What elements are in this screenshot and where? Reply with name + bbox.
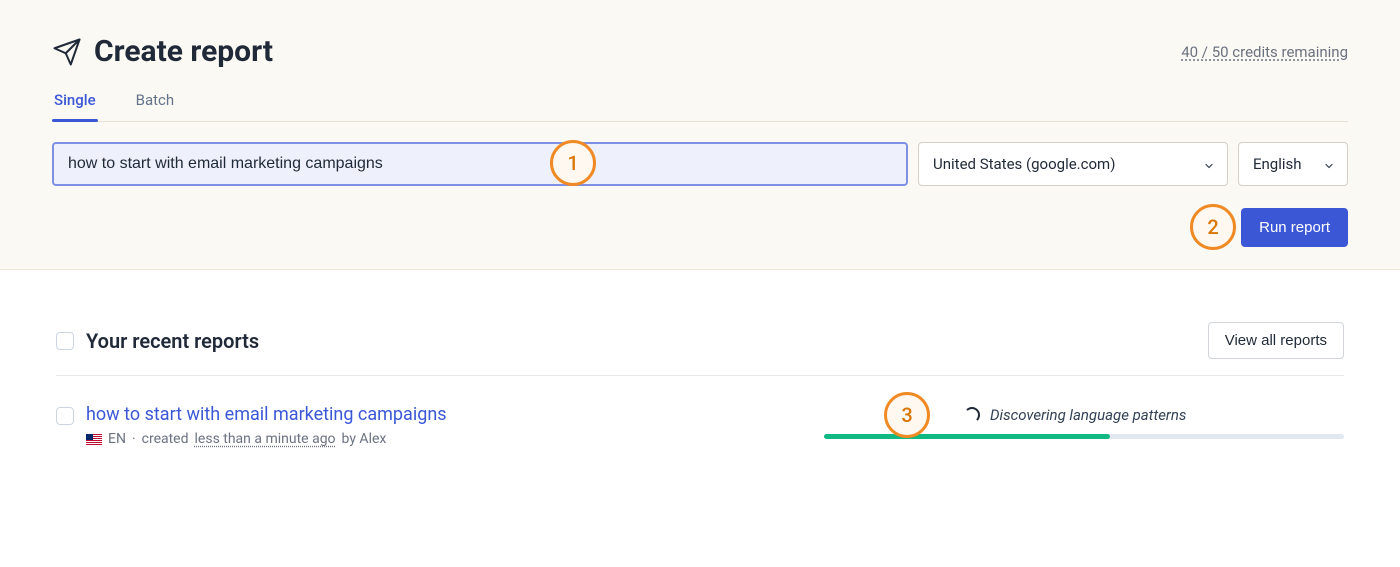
region-select[interactable]: United States (google.com) [918,142,1228,186]
tab-single[interactable]: Single [52,91,98,121]
meta-prefix: created [142,431,189,447]
input-row: United States (google.com) English 1 [52,142,1348,186]
report-row-right: Discovering language patterns 3 [824,406,1344,439]
credits-remaining[interactable]: 40 / 50 credits remaining [1181,43,1348,61]
meta-sep: · [132,431,136,447]
status-line: Discovering language patterns [824,406,1344,424]
page-title: Create report [94,34,273,69]
progress-fill [824,434,1110,439]
report-info: how to start with email marketing campai… [86,404,447,447]
report-title-link[interactable]: how to start with email marketing campai… [86,404,447,425]
callout-badge-2: 2 [1190,204,1236,250]
report-row-left: how to start with email marketing campai… [56,404,447,447]
meta-suffix: by Alex [342,431,387,447]
report-row: how to start with email marketing campai… [56,376,1344,447]
title-row: Create report 40 / 50 credits remaining [52,34,1348,69]
topic-input[interactable] [52,142,908,186]
report-meta: EN · created less than a minute ago by A… [86,431,447,447]
spinner-icon [964,407,980,423]
recent-header-left: Your recent reports [56,329,259,353]
create-report-panel: Create report 40 / 50 credits remaining … [0,0,1400,270]
status-text: Discovering language patterns [990,406,1186,424]
progress-bar [824,434,1344,439]
language-select[interactable]: English [1238,142,1348,186]
run-report-button[interactable]: Run report [1241,208,1348,247]
report-lang-code: EN [108,431,126,447]
region-selected-label: United States (google.com) [933,155,1115,173]
view-all-button[interactable]: View all reports [1208,322,1344,359]
title-left: Create report [52,34,273,69]
recent-reports-panel: Your recent reports View all reports how… [0,270,1400,487]
paper-plane-icon [52,37,82,67]
recent-header: Your recent reports View all reports [56,322,1344,376]
run-row: Run report 2 [52,208,1348,247]
tab-batch[interactable]: Batch [134,91,177,121]
report-time-ago[interactable]: less than a minute ago [195,431,336,447]
language-selected-label: English [1253,155,1302,173]
select-all-checkbox[interactable] [56,332,74,350]
chevron-down-icon [1323,158,1335,170]
recent-title: Your recent reports [86,329,259,353]
report-checkbox[interactable] [56,407,74,425]
tabs: Single Batch [52,91,1348,122]
us-flag-icon [86,434,102,445]
chevron-down-icon [1203,158,1215,170]
